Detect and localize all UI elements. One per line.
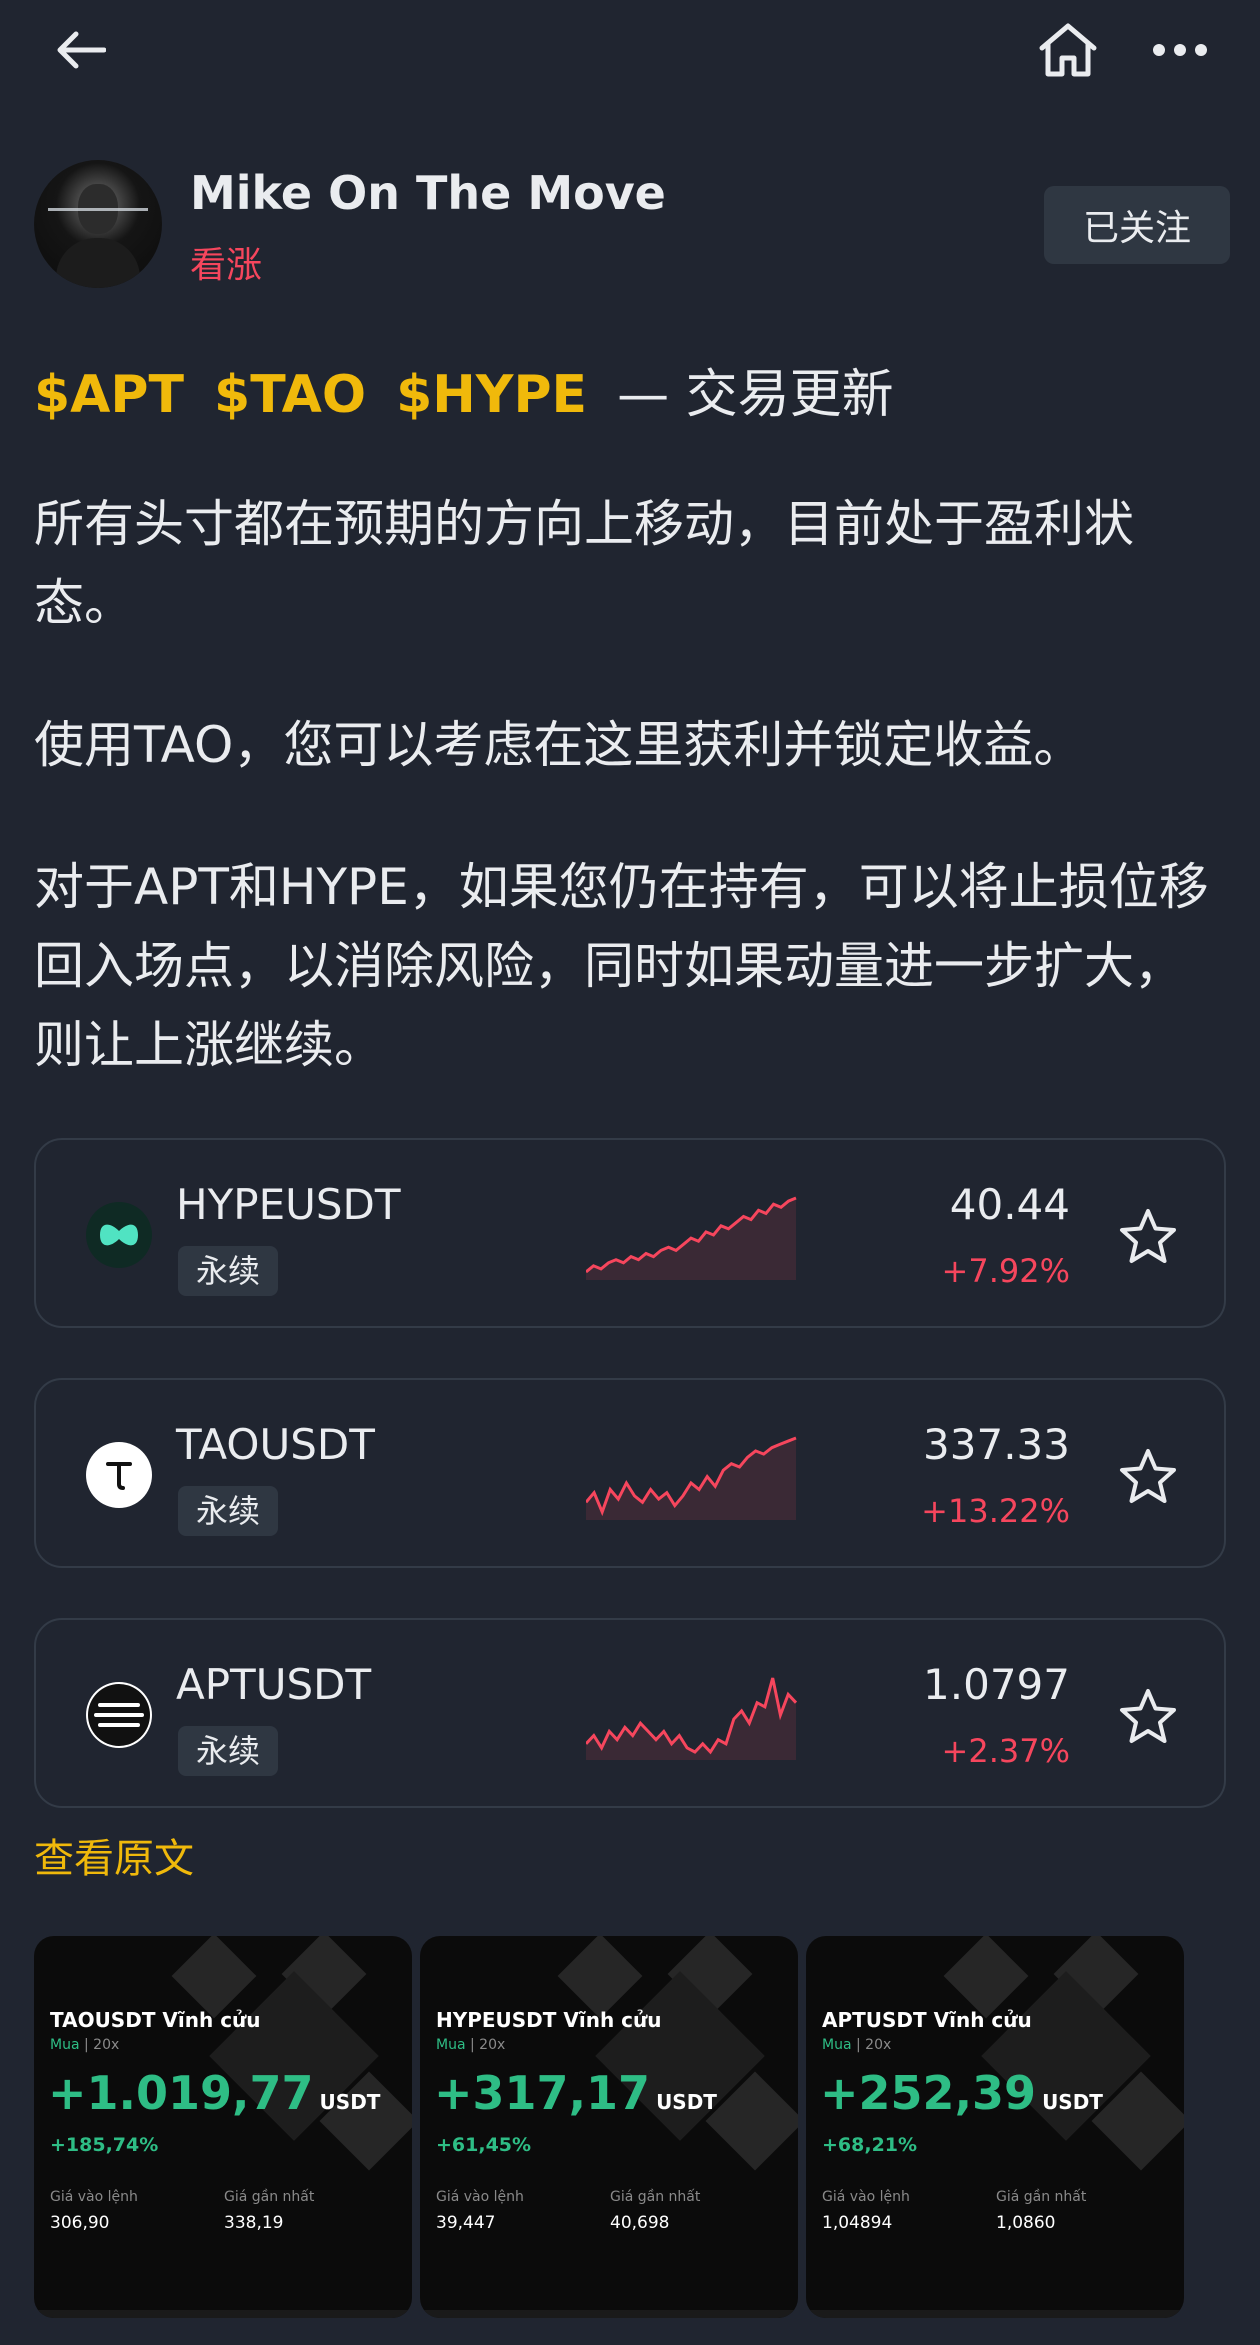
sparkline-chart [586,1677,798,1760]
share-title: HYPEUSDT Vĩnh cửu [436,2008,662,2032]
entry-price-label: Giá vào lệnh [50,2189,138,2205]
tao-coin-icon [86,1442,152,1508]
price-change: +13.22% [921,1492,1070,1530]
star-icon[interactable] [1116,1685,1180,1749]
star-icon[interactable] [1116,1205,1180,1269]
ticker-link-hype[interactable]: $HYPE [396,365,587,425]
share-roi: +185,74% [50,2134,159,2156]
last-price: 1,0860 [996,2213,1056,2233]
top-bar [0,0,1260,100]
market-card-hypeusdt[interactable]: HYPEUSDT 永续 40.44 +7.92% [34,1138,1226,1328]
entry-price-label: Giá vào lệnh [822,2189,910,2205]
entry-price: 39,447 [436,2213,496,2233]
pnl-share-image[interactable]: APTUSDT Vĩnh cửu Mua | 20x +252,39 USDT +… [806,1936,1184,2318]
author-row: Mike On The Move 看涨 已关注 [34,160,1234,290]
market-symbol: TAOUSDT [176,1420,375,1469]
market-symbol: HYPEUSDT [176,1180,401,1229]
share-roi: +61,45% [436,2134,532,2156]
arrow-left-icon[interactable] [45,15,115,85]
sparkline-chart [586,1436,797,1520]
headline-text: — 交易更新 [617,365,894,425]
market-card-aptusdt[interactable]: APTUSDT 永续 1.0797 +2.37% [34,1618,1226,1808]
author-name[interactable]: Mike On The Move [190,166,666,220]
market-symbol: APTUSDT [176,1660,372,1709]
more-dots-icon[interactable] [1145,15,1215,85]
post-paragraph: 使用TAO，您可以考虑在这里获利并锁定收益。 [34,716,1084,774]
share-side: Mua | 20x [436,2037,506,2053]
sentiment-tag: 看涨 [190,245,263,286]
last-price: 338,19 [224,2213,284,2233]
share-pnl: +317,17 USDT [434,2066,717,2120]
view-original-link[interactable]: 查看原文 [34,1826,194,1884]
last-price-label: Giá gần nhất [610,2189,701,2205]
sparkline-area [586,1438,796,1520]
market-card-taousdt[interactable]: TAOUSDT 永续 337.33 +13.22% [34,1378,1226,1568]
apt-coin-icon [86,1682,152,1748]
home-icon[interactable] [1030,15,1105,85]
star-icon[interactable] [1116,1445,1180,1509]
entry-price: 306,90 [50,2213,110,2233]
ticker-link-tao[interactable]: $TAO [214,365,366,425]
post-paragraph: 所有头寸都在预期的方向上移动，目前处于盈利状态。 [34,495,1134,632]
price-change: +7.92% [941,1252,1070,1290]
market-price: 40.44 [949,1180,1070,1229]
avatar[interactable] [34,160,162,288]
last-price: 40,698 [610,2213,670,2233]
price-change: +2.37% [941,1732,1070,1770]
contract-type-badge: 永续 [178,1246,279,1296]
last-price-label: Giá gần nhất [996,2189,1087,2205]
entry-price-label: Giá vào lệnh [436,2189,524,2205]
share-pnl: +1.019,77 USDT [48,2066,381,2120]
ticker-link-apt[interactable]: $APT [34,365,184,425]
last-price-label: Giá gần nhất [224,2189,315,2205]
follow-button[interactable]: 已关注 [1044,186,1230,264]
hype-coin-icon [86,1202,152,1268]
share-roi: +68,21% [822,2134,918,2156]
pnl-share-image[interactable]: TAOUSDT Vĩnh cửu Mua | 20x +1.019,77 USDT… [34,1936,412,2318]
contract-type-badge: 永续 [178,1726,279,1776]
market-price: 337.33 [923,1420,1070,1469]
sparkline-area [586,1678,796,1760]
contract-type-badge: 永续 [178,1486,279,1536]
post-headline: $APT $TAO $HYPE — 交易更新 [34,352,894,427]
share-title: APTUSDT Vĩnh cửu [822,2008,1032,2032]
pnl-share-image[interactable]: HYPEUSDT Vĩnh cửu Mua | 20x +317,17 USDT … [420,1936,798,2318]
attached-images: TAOUSDT Vĩnh cửu Mua | 20x +1.019,77 USDT… [34,1936,1224,2336]
share-side: Mua | 20x [822,2037,892,2053]
share-side: Mua | 20x [50,2037,120,2053]
market-price: 1.0797 [923,1660,1070,1709]
sparkline-chart [586,1196,797,1280]
share-pnl: +252,39 USDT [820,2066,1103,2120]
share-title: TAOUSDT Vĩnh cửu [50,2008,261,2032]
post-paragraph: 对于APT和HYPE，如果您仍在持有，可以将止损位移回入场点，以消除风险，同时如… [34,858,1209,1074]
entry-price: 1,04894 [822,2213,893,2233]
